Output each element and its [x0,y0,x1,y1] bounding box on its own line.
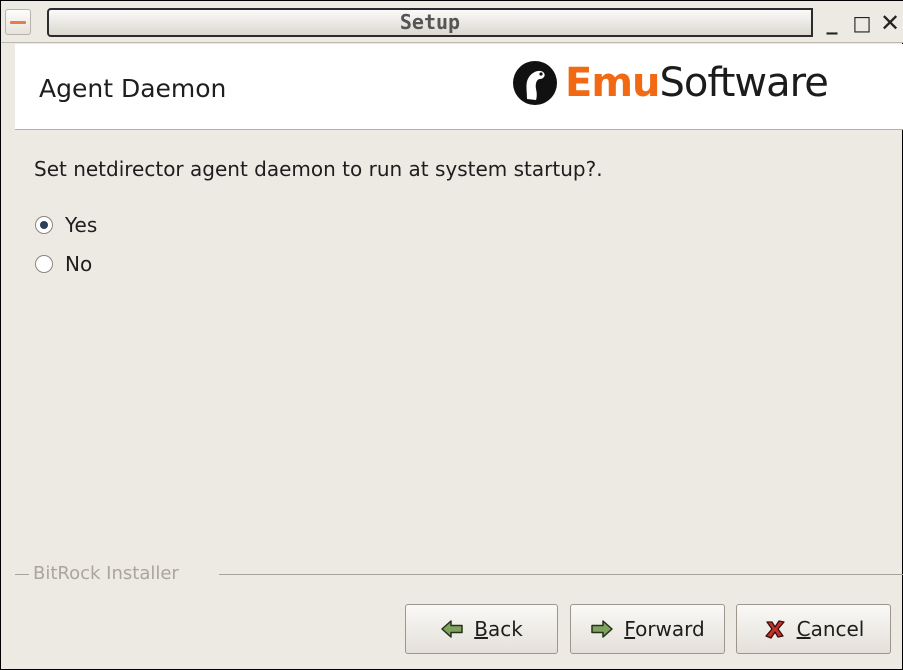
footer-divider [219,574,903,575]
cancel-label: Cancel [796,617,865,641]
radio-yes-indicator[interactable] [35,216,53,234]
header-banner: Agent Daemon Emu Software [15,44,903,130]
back-button[interactable]: Back [405,604,558,654]
installer-brand-label: BitRock Installer [33,563,179,584]
radio-yes[interactable]: Yes [35,212,97,238]
emu-bird-icon [513,61,557,105]
forward-label: Forward [624,617,705,641]
arrow-left-icon [441,620,463,638]
setup-window: Setup _ □ ✕ Agent Daemon Emu Software Se… [0,0,903,670]
arrow-right-icon [591,620,614,638]
radio-no-label: No [65,252,93,276]
logo-software-text: Software [659,60,828,106]
title-pill[interactable]: Setup [47,8,813,37]
forward-button[interactable]: Forward [570,604,725,654]
window-title: Setup [399,10,461,34]
maximize-button[interactable]: □ [848,8,876,38]
page-title: Agent Daemon [39,74,227,103]
back-label: Back [474,617,523,641]
minimize-button[interactable]: _ [818,8,846,38]
cancel-button[interactable]: Cancel [736,604,891,654]
logo-emu-text: Emu [565,60,660,106]
cancel-x-icon [764,620,785,639]
footer-divider-left [15,574,29,575]
radio-no-indicator[interactable] [35,255,53,273]
emu-software-logo: Emu Software [511,58,829,108]
title-bar[interactable]: Setup _ □ ✕ [1,1,903,43]
radio-no[interactable]: No [35,251,92,277]
close-button[interactable]: ✕ [876,8,903,38]
radio-yes-label: Yes [65,213,98,237]
startup-question: Set netdirector agent daemon to run at s… [34,157,603,181]
window-menu-button[interactable] [5,9,31,35]
